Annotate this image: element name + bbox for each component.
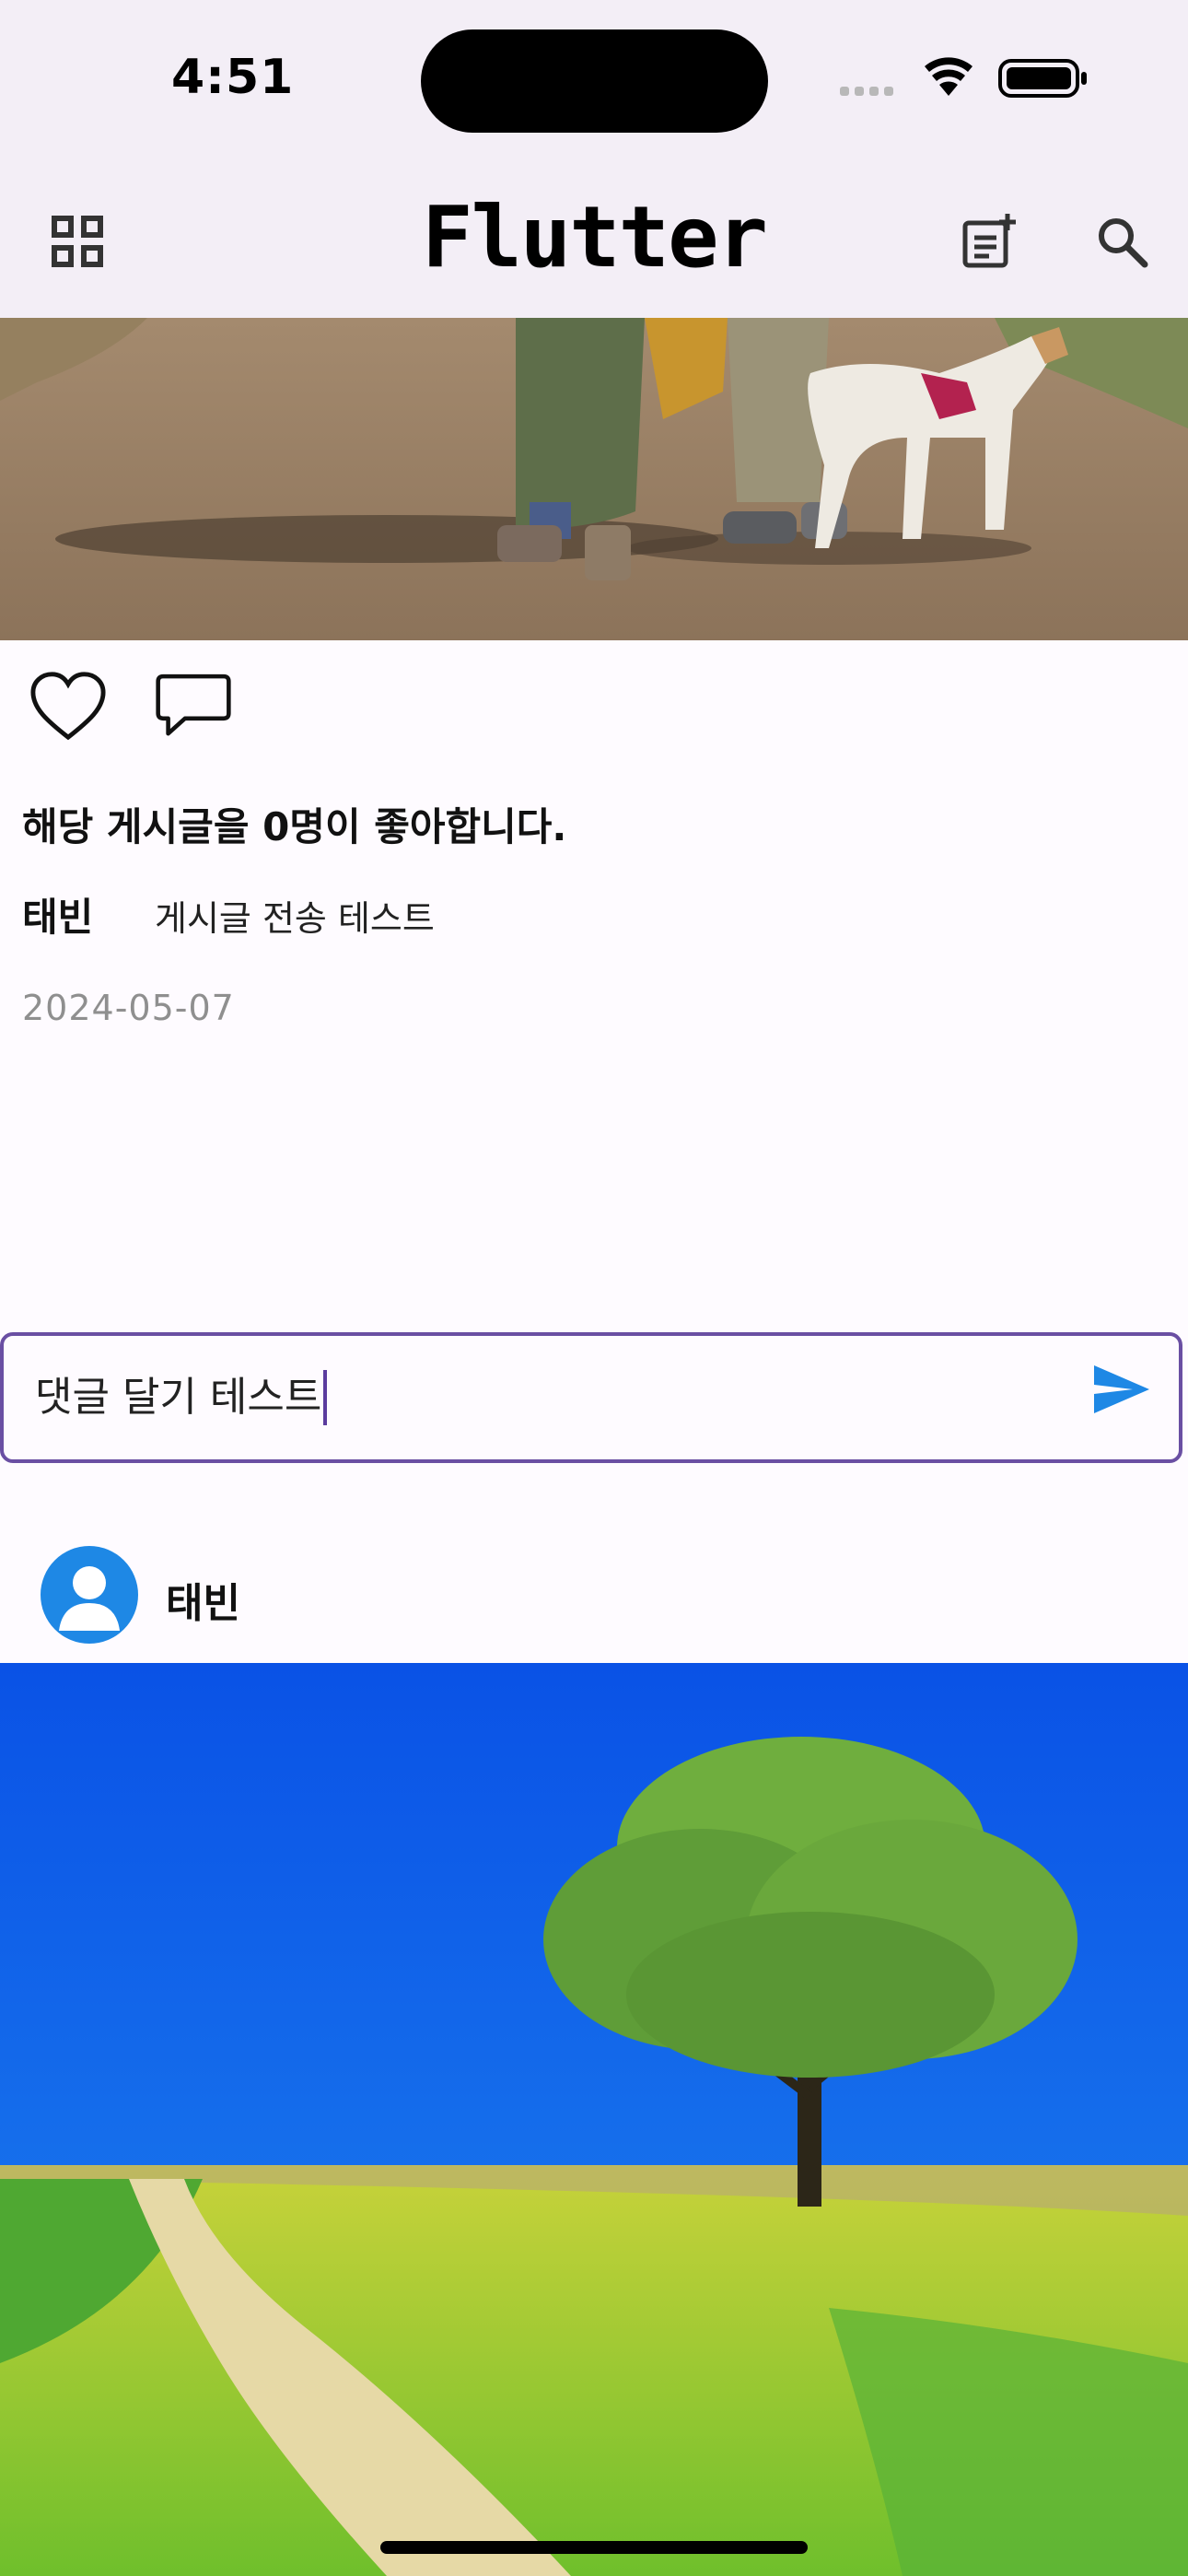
- post2-author-name[interactable]: 태빈: [166, 1570, 240, 1629]
- likes-count-text: 해당 게시글을 0명이 좋아합니다.: [22, 804, 567, 849]
- status-time: 4:51: [171, 50, 295, 105]
- wifi-icon: [925, 57, 973, 96]
- dynamic-island: [421, 29, 768, 133]
- comment-input-text: 댓글 달기 테스트: [35, 1374, 322, 1421]
- cellular-icon: [840, 87, 893, 96]
- post-image-dog-walk: [0, 318, 1188, 640]
- text-caret: [323, 1370, 328, 1425]
- post-date: 2024-05-07: [22, 988, 235, 1028]
- person-icon: [43, 1549, 135, 1641]
- comment-input[interactable]: 댓글 달기 테스트: [35, 1336, 1048, 1459]
- battery-icon: [998, 59, 1087, 98]
- post-actions: [0, 668, 1188, 751]
- post-caption: 게시글 전송 테스트: [155, 898, 435, 939]
- post2-image-tree-field: [0, 1663, 1188, 2576]
- comment-input-box[interactable]: 댓글 달기 테스트: [0, 1332, 1182, 1463]
- post2-header: 태빈: [0, 1529, 1188, 1668]
- status-icons: [840, 57, 1087, 98]
- new-post-icon: [962, 214, 1016, 268]
- send-comment-button[interactable]: [1092, 1364, 1166, 1437]
- post-author-name[interactable]: 태빈: [22, 886, 93, 943]
- like-button[interactable]: [29, 668, 107, 745]
- heart-icon: [30, 672, 106, 741]
- comment-icon: [156, 673, 231, 736]
- home-indicator[interactable]: [380, 2541, 808, 2554]
- search-button[interactable]: [1083, 203, 1160, 280]
- comment-button[interactable]: [155, 668, 232, 745]
- status-bar: 4:51: [0, 0, 1188, 166]
- send-icon: [1094, 1365, 1149, 1413]
- app-bar: Flutter: [0, 166, 1188, 318]
- new-post-button[interactable]: [950, 203, 1028, 280]
- search-icon: [1099, 218, 1148, 268]
- avatar[interactable]: [41, 1546, 138, 1644]
